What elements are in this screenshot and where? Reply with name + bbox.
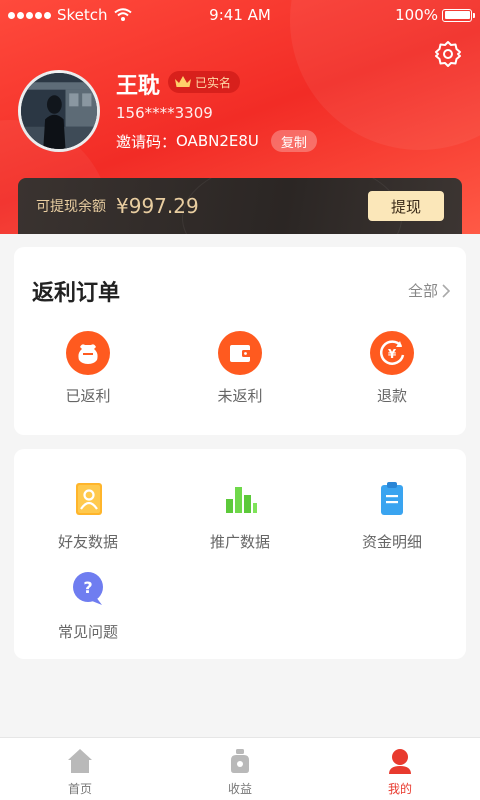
tab-earnings[interactable]: 收益 [200,746,280,797]
wallet-icon [218,331,262,375]
refund-icon: ¥ [370,331,414,375]
tool-item-label: 推广数据 [209,533,270,551]
clipboard-icon [381,482,403,515]
withdraw-button[interactable]: 提现 [368,191,444,221]
home-icon [68,749,92,773]
tab-label: 我的 [387,782,412,796]
user-phone: 156****3309 [116,104,213,122]
svg-text:¥: ¥ [388,347,397,361]
tab-home[interactable]: 首页 [40,746,120,797]
battery-icon [442,8,475,22]
rebate-orders-card: 返利订单 全部 已返利 未返利 ¥ 退款 [14,247,466,435]
status-bar: Sketch 9:41 AM 100% [0,0,480,30]
see-all-link[interactable]: 全部 [408,280,450,301]
avatar[interactable] [18,70,100,152]
person-icon [389,749,411,774]
balance-label: 可提现余额 [36,199,106,215]
order-item-label: 退款 [376,387,407,405]
tab-label: 收益 [227,782,252,796]
tool-item-label: 好友数据 [57,533,118,551]
invite-code-row: 邀请码： OABN2E8U 复制 [116,130,317,152]
tool-item-friend-data[interactable]: 好友数据 [28,477,148,552]
friend-card-icon [76,483,102,515]
order-item-refund[interactable]: ¥ 退款 [332,331,452,406]
profile-header: Sketch 9:41 AM 100% 王耽 已实名 156****3309 邀… [0,0,480,234]
chevron-right-icon [442,283,450,298]
money-bag-icon [231,749,249,773]
bottom-tab-bar: 首页 收益 我的 [0,737,480,800]
invite-label: 邀请码： [116,132,177,151]
tools-card: 好友数据 推广数据 资金明细 ? 常见问题 [14,449,466,659]
tab-mine[interactable]: 我的 [360,746,440,797]
balance-bar: 可提现余额 ¥997.29 提现 [18,178,462,234]
settings-gear-icon[interactable] [434,40,462,68]
copy-button[interactable]: 复制 [270,130,317,152]
tool-item-label: 资金明细 [361,533,422,551]
crown-icon [175,76,191,87]
card-title: 返利订单 [32,281,121,306]
battery-percent: 100% [395,6,438,24]
svg-text:?: ? [83,578,92,597]
verified-label: 已实名 [195,75,232,90]
user-name: 王耽 [116,74,161,99]
bag-icon [66,331,110,375]
order-item-pending[interactable]: 未返利 [180,331,300,406]
question-bubble-icon: ? [73,572,103,605]
invite-code: OABN2E8U [176,132,259,150]
tool-item-faq[interactable]: ? 常见问题 [28,567,148,642]
tool-item-fund-details[interactable]: 资金明细 [332,477,452,552]
see-all-label: 全部 [407,282,438,300]
bar-chart-icon [226,487,257,513]
order-item-label: 未返利 [217,387,263,405]
verified-badge: 已实名 [168,71,241,93]
tool-item-label: 常见问题 [57,623,118,641]
order-item-rebated[interactable]: 已返利 [28,331,148,406]
tool-item-promo-data[interactable]: 推广数据 [180,477,300,552]
order-item-label: 已返利 [65,387,111,405]
tab-label: 首页 [67,782,92,796]
